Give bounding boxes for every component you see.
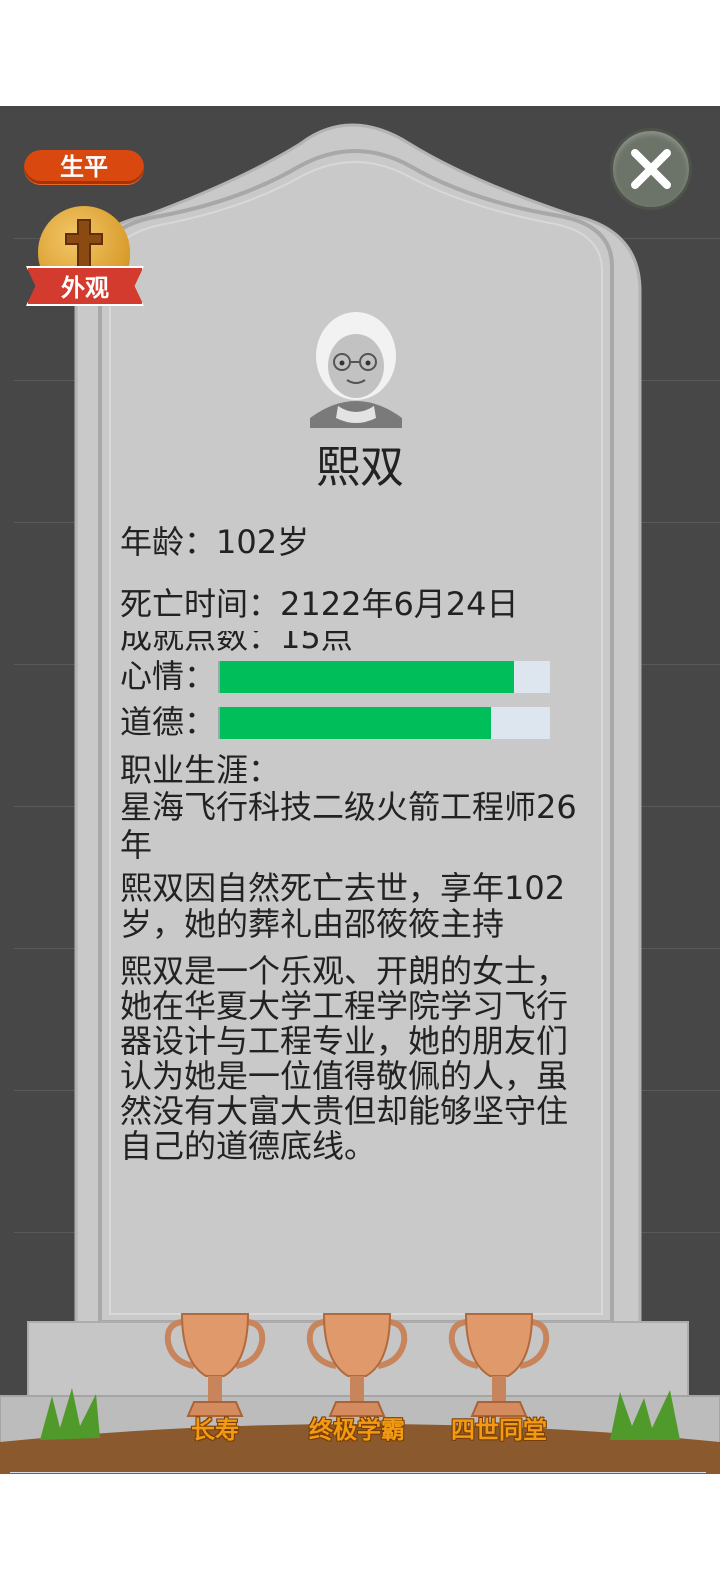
mood-bar-fill <box>220 661 514 693</box>
achievement-points-text: 成就点数：15点 <box>120 631 353 655</box>
tab-appearance[interactable]: 外观 <box>26 206 144 310</box>
morality-bar-fill <box>220 707 491 739</box>
career-text: 星海飞行科技二级火箭工程师26年 <box>120 788 577 864</box>
morality-stat: 道德： <box>120 704 590 740</box>
trophy-label: 终极学霸 <box>309 1416 405 1444</box>
mood-label: 心情： <box>120 657 217 695</box>
biography: 熙双是一个乐观、开朗的女士，她在华夏大学工程学院学习飞行器设计与工程专业，她的朋… <box>120 952 569 1165</box>
close-icon <box>631 149 671 189</box>
tab-appearance-label: 外观 <box>26 266 144 306</box>
mood-bar <box>218 661 550 693</box>
trophy-label: 四世同堂 <box>451 1416 547 1444</box>
death-note: 熙双因自然死亡去世，享年102岁，她的葬礼由邵筱筱主持 <box>120 869 566 943</box>
close-button[interactable] <box>610 128 692 210</box>
trophy-label: 长寿 <box>191 1416 239 1444</box>
deceased-name: 熙双 <box>316 442 404 493</box>
tab-life[interactable]: 生平 <box>24 150 144 184</box>
achievement-points-value: 成就点数：15点 <box>120 631 353 655</box>
morality-label: 道德： <box>120 703 217 741</box>
age-text: 年龄：102岁 <box>120 523 310 561</box>
divider <box>10 1472 706 1473</box>
morality-bar <box>218 707 550 739</box>
death-time-text: 死亡时间：2122年6月24日 <box>120 585 519 623</box>
avatar <box>310 312 402 428</box>
mood-stat: 心情： <box>120 658 590 694</box>
career-label: 职业生涯： <box>120 751 281 789</box>
tombstone-scene: 生平 外观 熙双 年龄：102岁 死亡时间：2122年6月24日 成就点数：15… <box>0 106 720 1474</box>
